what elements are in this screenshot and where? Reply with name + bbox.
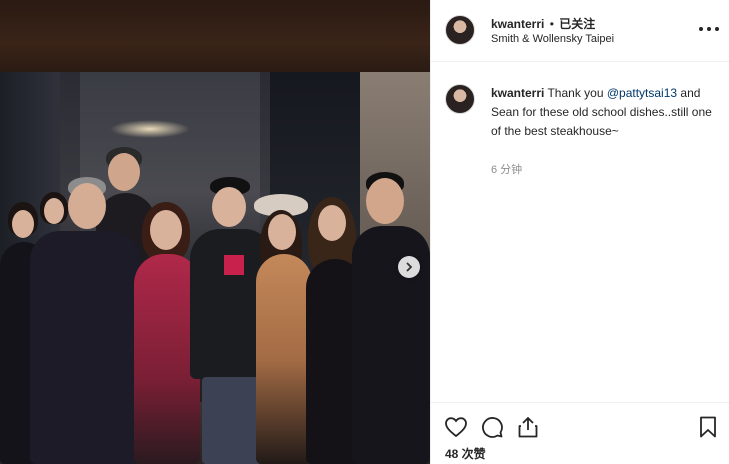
follow-status-button[interactable]: 已关注	[559, 17, 595, 31]
username-link[interactable]: kwanterri	[491, 17, 544, 31]
avatar[interactable]	[445, 15, 475, 45]
caption-comment: kwanterri Thank you @pattytsai13 and Sea…	[491, 84, 713, 141]
group-photo[interactable]	[0, 72, 430, 464]
chevron-right-icon	[406, 262, 413, 272]
comment-avatar[interactable]	[445, 84, 475, 114]
header-user-line: kwanterri • 已关注	[491, 15, 595, 32]
share-icon[interactable]	[516, 415, 540, 439]
comment-bubble-icon[interactable]	[480, 415, 504, 439]
heart-icon[interactable]	[444, 415, 468, 439]
mention-link[interactable]: @pattytsai13	[607, 86, 677, 100]
post-actions: 48 次赞	[431, 402, 729, 464]
next-image-button[interactable]	[398, 256, 420, 278]
bookmark-icon[interactable]	[696, 415, 720, 439]
comment-text: Thank you	[544, 86, 607, 100]
likes-count[interactable]: 48 次赞	[445, 445, 486, 462]
person-figure	[30, 177, 140, 464]
post-header: kwanterri • 已关注 Smith & Wollensky Taipei	[431, 0, 729, 62]
post-panel: kwanterri • 已关注 Smith & Wollensky Taipei…	[430, 0, 729, 464]
media-top-strip	[0, 0, 430, 72]
location-link[interactable]: Smith & Wollensky Taipei	[491, 33, 614, 45]
comment-username-link[interactable]: kwanterri	[491, 86, 544, 100]
comment-timestamp[interactable]: 6 分钟	[491, 161, 522, 177]
more-options-icon[interactable]	[699, 22, 719, 36]
separator-dot: •	[549, 17, 554, 31]
person-figure	[352, 172, 430, 464]
post-media[interactable]	[0, 0, 430, 464]
